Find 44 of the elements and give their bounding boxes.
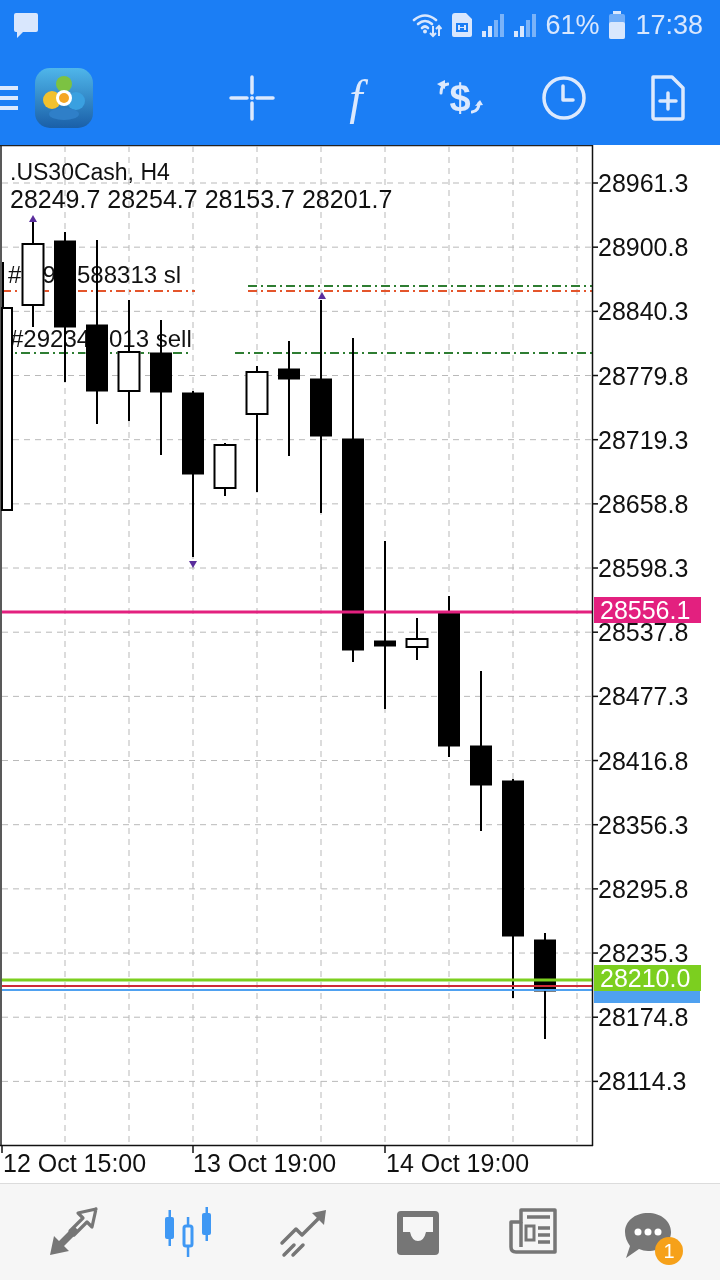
curved-arrow-icon [437,79,450,96]
price-label: 28114.3 [598,1067,687,1096]
price-tag: 28556.1 [594,596,701,624]
crosshair-icon[interactable] [228,73,276,122]
price-tag: 28210.0 [594,964,701,992]
curved-arrow-icon [470,99,483,116]
triangle-marker-icon [189,561,197,568]
clock-icon[interactable] [540,73,588,122]
chart-title: .US30Cash, H4 [10,159,170,185]
wifi-icon [412,12,443,38]
time-label: 14 Oct 19:00 [386,1149,530,1177]
candlestick [405,617,429,661]
price-label: 28779.8 [598,361,689,390]
nav-tab[interactable]: 1 [621,1205,683,1265]
price-label: 28477.3 [598,682,689,711]
price-label: 28658.8 [598,489,689,518]
price-label: 28598.3 [598,554,689,582]
battery-icon [609,11,626,39]
price-label: 28719.3 [598,425,689,454]
notification-badge: 1 [655,1237,683,1265]
price-label: 28416.8 [598,746,689,775]
signal-icon [481,13,506,37]
price-label: 28356.3 [598,810,689,839]
signal-icon [513,13,538,37]
chat-bubble-icon [13,11,39,39]
trade-button[interactable]: $ [436,73,484,122]
time-label: 13 Oct 19:00 [193,1149,337,1177]
app-logo-icon [35,67,93,128]
battery-percentage: 61% [545,10,600,40]
price-label: 28900.8 [598,233,689,262]
triangle-marker-icon [318,292,326,299]
menu-icon[interactable] [0,85,18,110]
price-label: 28961.3 [598,169,689,197]
sim-card-icon [450,12,474,38]
order-label: # [8,261,22,288]
price-label: 28295.8 [598,874,689,903]
price-label: 28174.8 [598,1003,689,1032]
ohlc-values: 28249.7 28254.7 28153.7 28201.7 [10,185,393,213]
function-button[interactable]: f [332,73,380,122]
triangle-marker-icon [29,215,37,222]
status-time: 17:38 [635,10,703,40]
price-label: 28840.3 [598,297,689,326]
candlestick [213,442,237,497]
time-label: 12 Oct 15:00 [3,1149,147,1177]
